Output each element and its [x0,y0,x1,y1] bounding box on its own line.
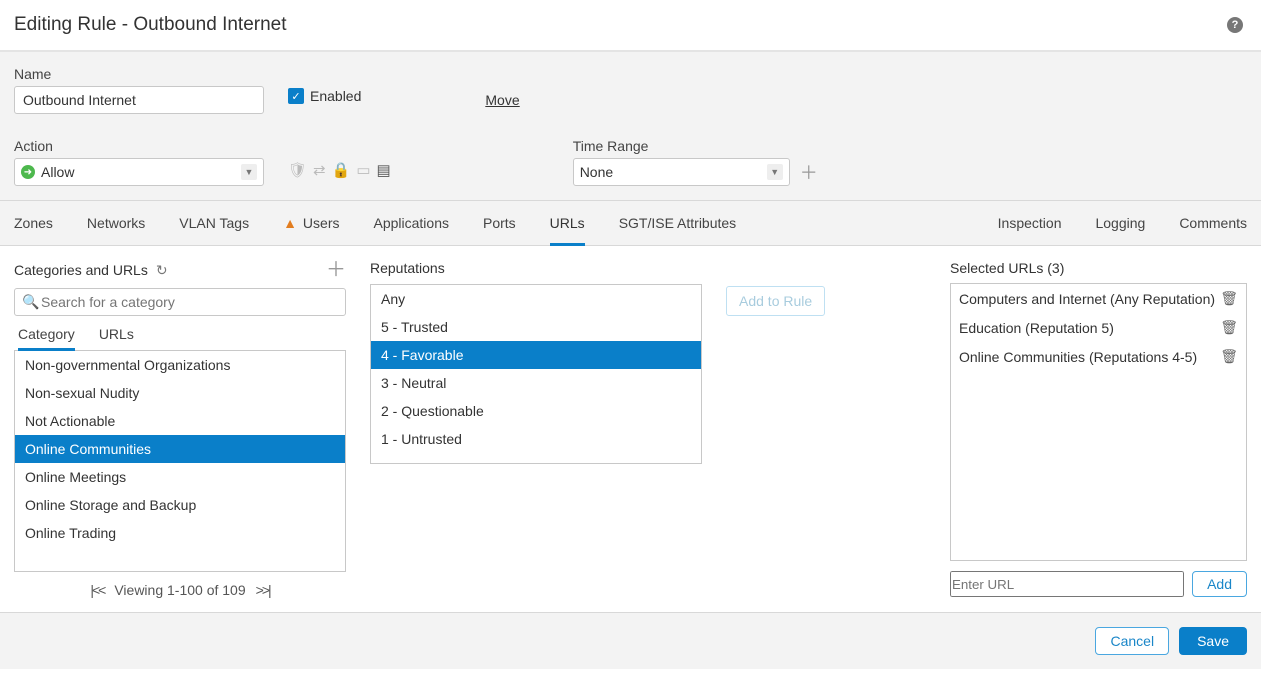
list-item[interactable]: 4 - Favorable [371,341,701,369]
allow-icon: ➜ [21,165,35,179]
tabs-bar: Zones Networks VLAN Tags ▲Users Applicat… [0,201,1261,246]
warning-icon: ▲ [283,215,297,231]
name-label: Name [14,66,264,82]
add-category-icon[interactable]: ＋ [326,260,346,280]
add-timerange-icon[interactable]: ＋ [800,159,818,185]
tab-logging[interactable]: Logging [1095,201,1145,245]
chevron-down-icon: ▼ [241,164,257,180]
action-label: Action [14,138,264,154]
flow-icon: ⇄ [313,161,326,179]
list-item[interactable]: 3 - Neutral [371,369,701,397]
timerange-select[interactable]: None ▼ [573,158,790,186]
note-icon: ▤ [377,161,391,179]
enabled-checkbox[interactable]: ✓ [288,88,304,104]
enter-url-input[interactable] [950,571,1184,597]
category-list[interactable]: Non-governmental Organizations Non-sexua… [14,350,346,572]
tab-sgt-ise[interactable]: SGT/ISE Attributes [619,201,737,245]
selected-urls-title: Selected URLs (3) [950,260,1064,276]
selected-item: Online Communities (Reputations 4-5) 🗑 [951,342,1246,371]
tab-ports[interactable]: Ports [483,201,516,245]
tab-urls[interactable]: URLs [550,201,585,245]
selected-item: Computers and Internet (Any Reputation) … [951,284,1246,313]
tab-zones[interactable]: Zones [14,201,53,245]
subtab-category[interactable]: Category [18,326,75,350]
tab-vlan-tags[interactable]: VLAN Tags [179,201,249,245]
trash-icon[interactable]: 🗑 [1220,290,1238,307]
move-link[interactable]: Move [485,92,519,108]
list-item[interactable]: Online Trading [15,519,345,547]
dialog-footer: Cancel Save [0,612,1261,669]
action-icon-row: 🛡 ⇄ 🔒 ▭ ▤ [288,161,391,179]
search-icon: 🔍 [22,294,39,311]
action-value: Allow [41,164,74,180]
pager: |<< Viewing 1-100 of 109 >>| [14,582,346,598]
reputations-title: Reputations [370,260,445,276]
refresh-icon[interactable]: ↻ [156,262,168,279]
save-button[interactable]: Save [1179,627,1247,655]
list-item[interactable]: 2 - Questionable [371,397,701,425]
picture-icon: ▭ [356,161,370,179]
category-search-input[interactable] [14,288,346,316]
timerange-value: None [580,164,613,180]
tab-users[interactable]: ▲Users [283,201,339,245]
cancel-button[interactable]: Cancel [1095,627,1169,655]
list-item[interactable]: 5 - Trusted [371,313,701,341]
add-url-button[interactable]: Add [1192,571,1247,597]
list-item[interactable]: Any [371,285,701,313]
reputation-list[interactable]: Any 5 - Trusted 4 - Favorable 3 - Neutra… [370,284,702,464]
help-icon[interactable]: ? [1227,17,1243,33]
selected-url-list: Computers and Internet (Any Reputation) … [950,283,1247,561]
trash-icon[interactable]: 🗑 [1220,348,1238,365]
selected-item: Education (Reputation 5) 🗑 [951,313,1246,342]
list-item[interactable]: Online Storage and Backup [15,491,345,519]
pager-first-icon[interactable]: |<< [90,582,104,598]
trash-icon[interactable]: 🗑 [1220,319,1238,336]
tab-networks[interactable]: Networks [87,201,145,245]
tab-inspection[interactable]: Inspection [998,201,1062,245]
action-select[interactable]: ➜ Allow ▼ [14,158,264,186]
pager-last-icon[interactable]: >>| [256,582,270,598]
list-item[interactable]: Non-sexual Nudity [15,379,345,407]
enabled-label: Enabled [310,88,361,104]
timerange-label: Time Range [573,138,818,154]
rule-form: Name ✓ Enabled Move Action ➜ Allow ▼ 🛡 ⇄… [0,52,1261,201]
list-item[interactable]: Online Communities [15,435,345,463]
categories-title: Categories and URLs [14,262,148,278]
list-item[interactable]: Online Meetings [15,463,345,491]
list-item[interactable]: Not Actionable [15,407,345,435]
tab-comments[interactable]: Comments [1179,201,1247,245]
pager-text: Viewing 1-100 of 109 [114,582,245,598]
shield-icon: 🛡 [288,161,307,179]
add-to-rule-button[interactable]: Add to Rule [726,286,825,316]
lock-icon: 🔒 [332,161,351,179]
chevron-down-icon: ▼ [767,164,783,180]
list-item[interactable]: Non-governmental Organizations [15,351,345,379]
name-input[interactable] [14,86,264,114]
list-item[interactable]: 1 - Untrusted [371,425,701,453]
tab-applications[interactable]: Applications [373,201,449,245]
subtab-urls[interactable]: URLs [99,326,134,350]
page-title: Editing Rule - Outbound Internet [14,14,287,36]
